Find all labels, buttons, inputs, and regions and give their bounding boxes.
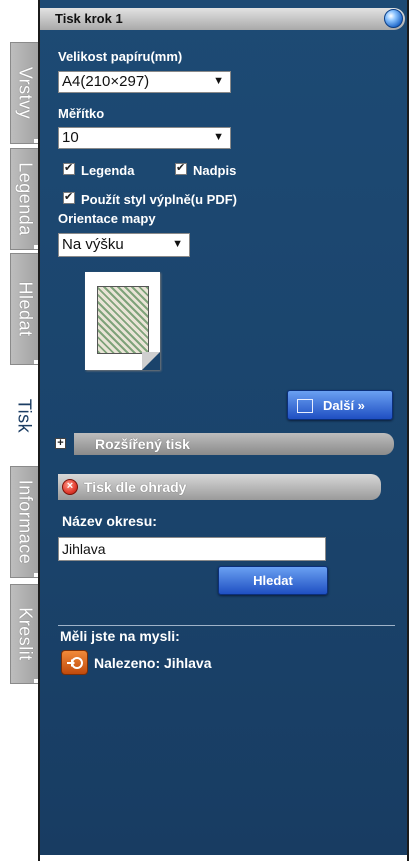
tab-legenda[interactable]: Legenda	[10, 148, 38, 250]
page-fold	[142, 352, 160, 370]
next-button[interactable]: Další »	[287, 390, 393, 420]
title-checkbox-label: Nadpis	[193, 163, 237, 178]
tab-notch	[34, 573, 38, 577]
divider	[58, 625, 395, 626]
close-icon[interactable]: ×	[62, 479, 78, 495]
next-button-label: Další »	[323, 398, 365, 413]
print-boundary-title: Tisk dle ohrady	[84, 479, 187, 495]
found-result-label[interactable]: Nalezeno: Jihlava	[94, 655, 212, 671]
district-input[interactable]	[58, 537, 326, 561]
legend-checkbox-label: Legenda	[81, 163, 135, 178]
tab-tisk-label: Tisk	[14, 398, 35, 434]
print-boundary-header: × Tisk dle ohrady	[58, 474, 381, 500]
tab-notch	[34, 360, 38, 364]
panel-titlebar: Tisk krok 1	[40, 8, 405, 30]
suggestions-heading: Měli jste na mysli:	[60, 628, 180, 644]
advanced-print-label: Rozšířený tisk	[95, 436, 190, 452]
advanced-print-bar[interactable]: Rozšířený tisk	[74, 433, 394, 455]
district-label: Název okresu:	[62, 513, 157, 529]
panel-toggle-icon[interactable]	[384, 9, 403, 28]
tab-hledat[interactable]: Hledat	[10, 253, 38, 365]
panel-title: Tisk krok 1	[55, 11, 123, 26]
dropdown-arrow-icon: ▼	[213, 75, 224, 87]
fill-style-checkbox[interactable]	[63, 190, 75, 204]
orientation-value: Na výšku	[62, 236, 124, 253]
legend-checkbox[interactable]	[63, 161, 75, 175]
expand-icon[interactable]: +	[55, 438, 66, 449]
paper-size-select[interactable]: A4(210×297) ▼	[58, 71, 231, 93]
dropdown-arrow-icon: ▼	[172, 238, 183, 250]
scale-value: 10	[62, 129, 79, 146]
tab-vrstvy[interactable]: Vrstvy	[10, 42, 38, 144]
tab-informace[interactable]: Informace	[10, 466, 38, 578]
tab-tisk[interactable]: Tisk	[10, 368, 38, 464]
tab-informace-label: Informace	[15, 479, 35, 565]
paper-preview	[85, 272, 160, 370]
search-button-label: Hledat	[253, 573, 293, 588]
tab-legenda-label: Legenda	[15, 162, 35, 236]
orientation-label: Orientace mapy	[58, 211, 156, 226]
title-checkbox[interactable]	[175, 161, 187, 175]
search-button[interactable]: Hledat	[218, 566, 328, 595]
map-thumbnail	[97, 286, 149, 354]
found-result-icon[interactable]	[61, 650, 88, 675]
tab-kreslit[interactable]: Kreslit	[10, 584, 38, 684]
tab-kreslit-label: Kreslit	[15, 607, 35, 661]
scale-label: Měřítko	[58, 106, 105, 121]
tab-notch	[34, 139, 38, 143]
paper-size-value: A4(210×297)	[62, 73, 150, 90]
panel-bottom-edge	[40, 855, 407, 861]
orientation-select[interactable]: Na výšku ▼	[58, 233, 190, 257]
tab-notch	[34, 245, 38, 249]
tab-hledat-label: Hledat	[15, 281, 35, 337]
paper-size-label: Velikost papíru(mm)	[58, 49, 183, 64]
tab-vrstvy-label: Vrstvy	[15, 66, 35, 120]
next-icon	[297, 399, 313, 413]
tab-notch	[34, 679, 38, 683]
fill-style-checkbox-label: Použít styl výplně(u PDF)	[81, 192, 238, 207]
dropdown-arrow-icon: ▼	[213, 131, 224, 143]
scale-select[interactable]: 10 ▼	[58, 127, 231, 149]
zoom-to-icon	[67, 657, 83, 669]
